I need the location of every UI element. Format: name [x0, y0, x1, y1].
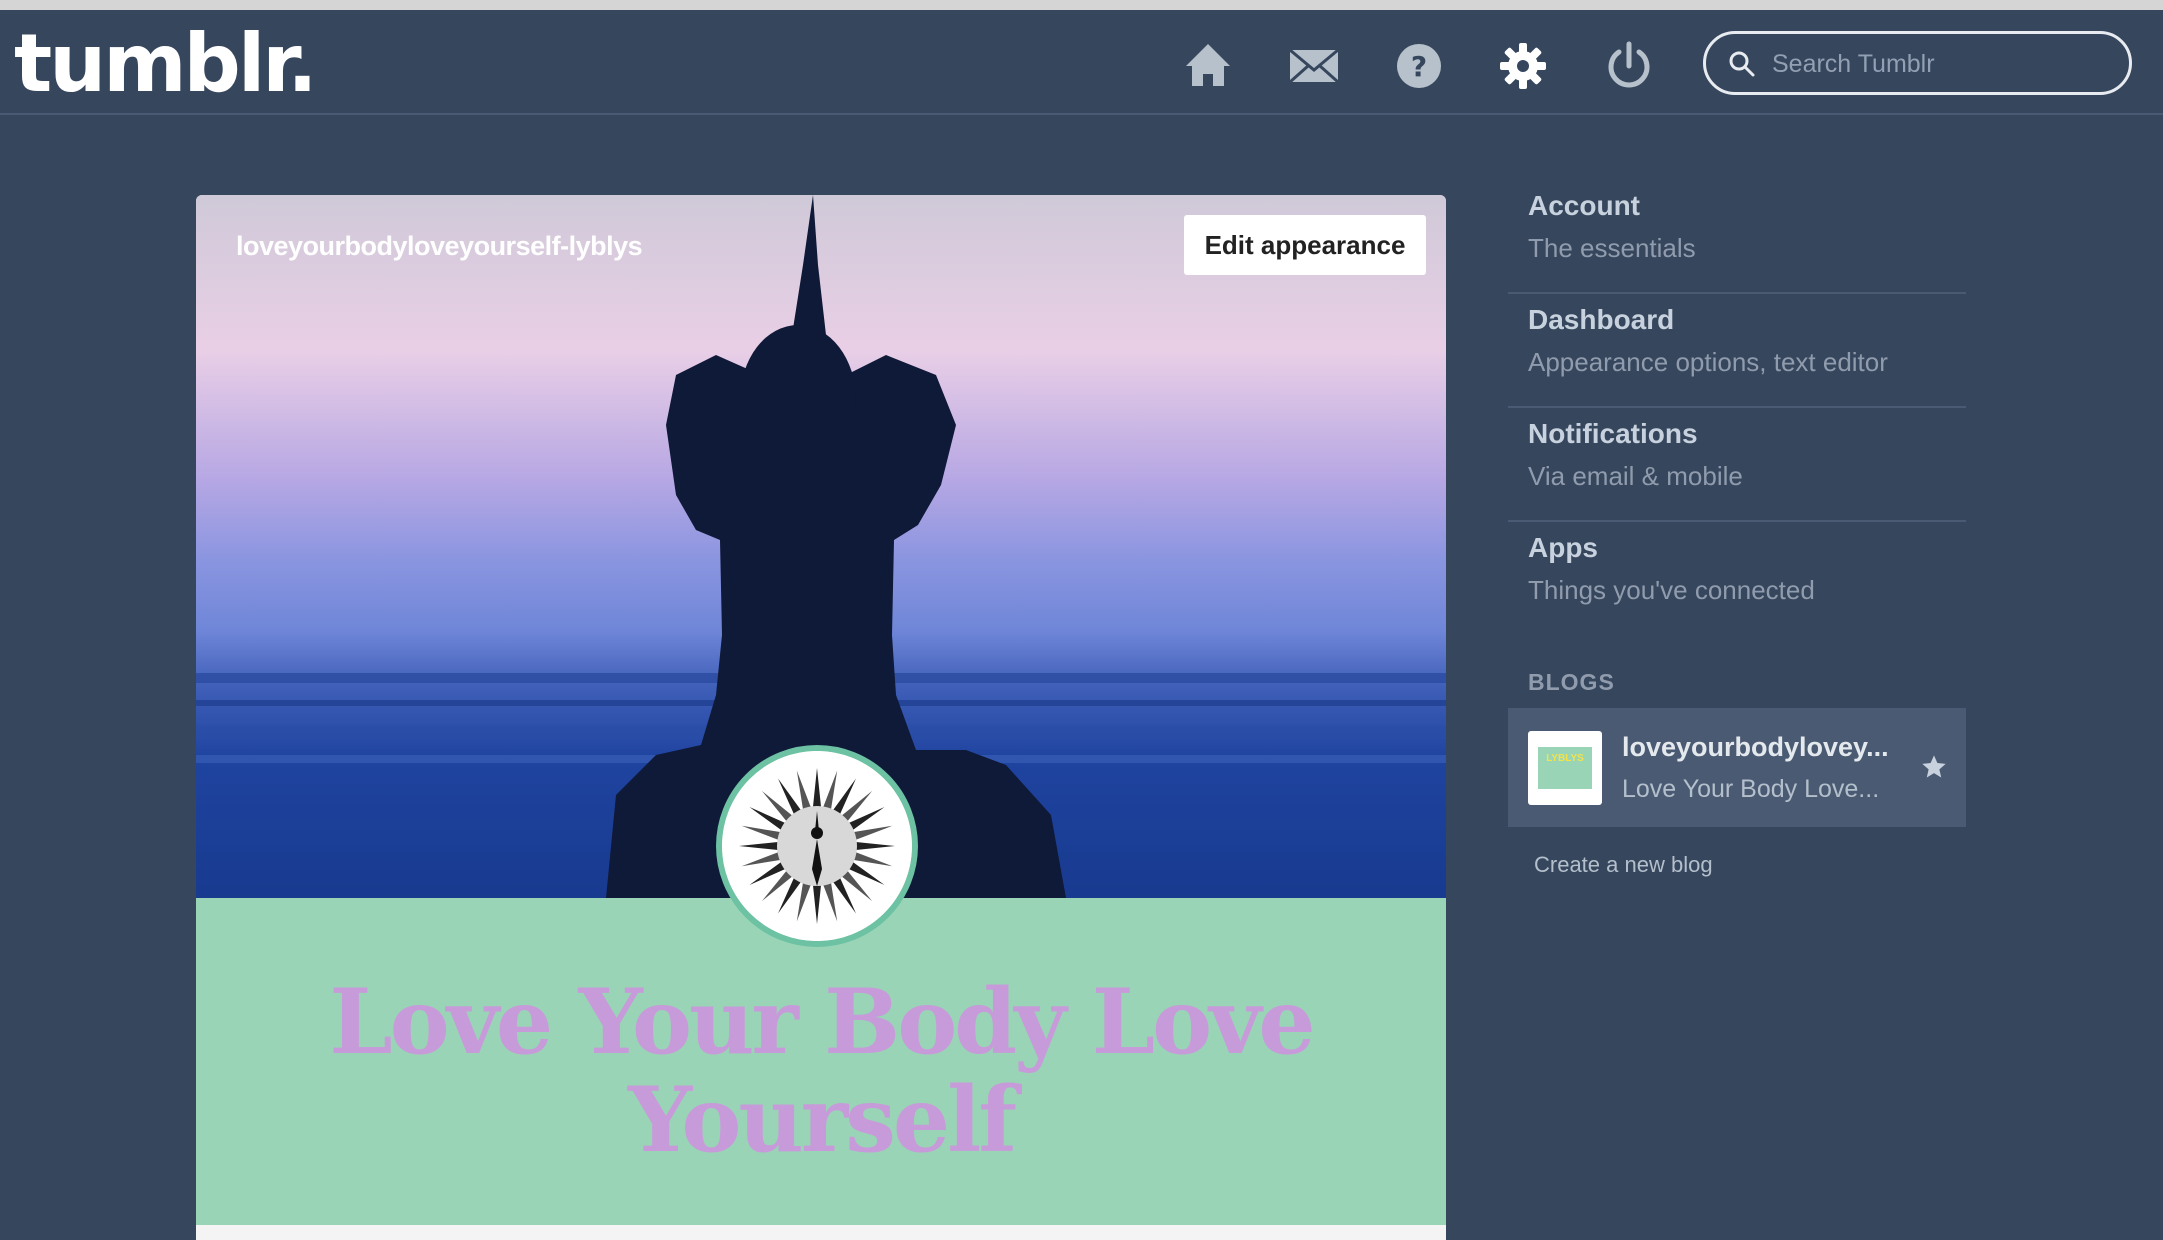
power-icon[interactable]: [1601, 38, 1657, 94]
menu-title: Apps: [1528, 532, 1598, 563]
blog-list-item[interactable]: LYBLYS loveyourbodylovey... Love Your Bo…: [1508, 708, 1966, 827]
create-new-blog-link[interactable]: Create a new blog: [1534, 852, 1713, 878]
edit-appearance-button[interactable]: Edit appearance: [1184, 215, 1426, 275]
menu-subtitle: Things you've connected: [1528, 575, 1815, 605]
menu-title: Dashboard: [1528, 304, 1675, 335]
menu-item-account[interactable]: Account The essentials: [1508, 180, 1966, 294]
blog-avatar[interactable]: [716, 745, 918, 947]
menu-item-notifications[interactable]: Notifications Via email & mobile: [1508, 408, 1966, 522]
blog-title-area: Love Your Body Love Yourself: [196, 898, 1446, 1225]
menu-subtitle: Via email & mobile: [1528, 461, 1743, 491]
home-icon[interactable]: [1180, 38, 1236, 94]
menu-title: Account: [1528, 190, 1640, 221]
menu-subtitle: The essentials: [1528, 233, 1696, 263]
card-bottom-edge: [196, 1225, 1446, 1240]
mail-icon[interactable]: [1286, 38, 1342, 94]
blog-name: loveyourbodylovey...: [1622, 732, 1889, 762]
menu-subtitle: Appearance options, text editor: [1528, 347, 1888, 377]
star-icon[interactable]: [1920, 753, 1948, 781]
menu-item-dashboard[interactable]: Dashboard Appearance options, text edito…: [1508, 294, 1966, 408]
search-box[interactable]: [1703, 31, 2132, 95]
browser-top-strip: [0, 0, 2163, 10]
menu-item-apps[interactable]: Apps Things you've connected: [1508, 522, 1966, 634]
top-navigation-bar: tumblr. ?: [0, 10, 2163, 115]
svg-text:LYBLYS: LYBLYS: [1546, 753, 1584, 764]
settings-icon[interactable]: [1495, 38, 1551, 94]
blog-url[interactable]: loveyourbodyloveyourself-lyblys: [236, 231, 643, 262]
search-icon: [1729, 51, 1755, 77]
menu-title: Notifications: [1528, 418, 1698, 449]
tumblr-logo[interactable]: tumblr.: [14, 24, 318, 104]
settings-sidebar: Account The essentials Dashboard Appeara…: [1508, 180, 1966, 634]
sunburst-yoga-logo: [722, 751, 912, 941]
blog-title: Love Your Body Love Yourself: [329, 969, 1315, 1173]
help-icon[interactable]: ?: [1391, 38, 1447, 94]
search-input[interactable]: [1770, 42, 2114, 86]
svg-text:?: ?: [1411, 50, 1427, 83]
blog-thumbnail: LYBLYS: [1528, 731, 1602, 805]
blog-subtitle: Love Your Body Love...: [1622, 775, 1880, 803]
blogs-section-label: BLOGS: [1528, 669, 1615, 695]
blog-card: loveyourbodyloveyourself-lyblys Edit app…: [196, 195, 1446, 1240]
